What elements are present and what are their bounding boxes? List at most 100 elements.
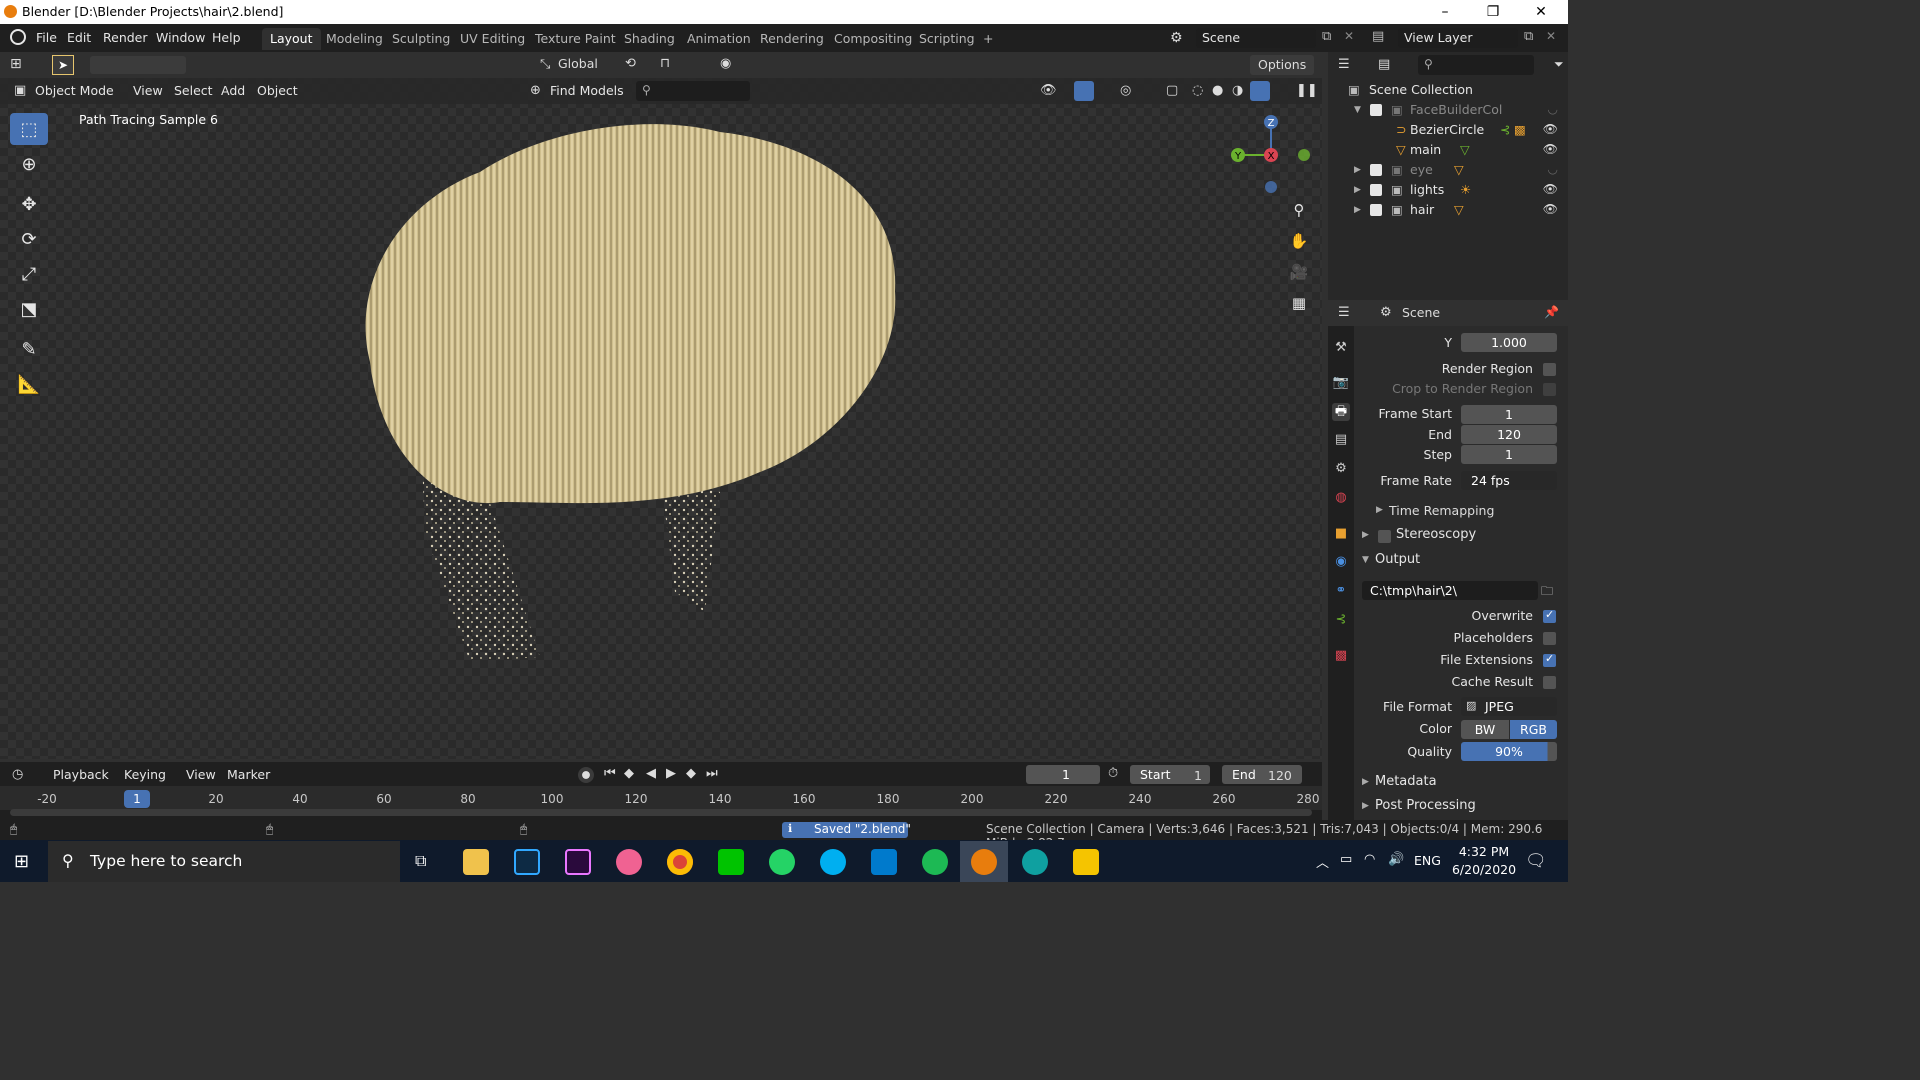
tool-tab-icon[interactable]: ⚒ (1332, 339, 1350, 357)
viewport-menu-object[interactable]: Object (257, 83, 298, 98)
outliner-row[interactable]: ▶ ▣ hair ▽ 👁 (1328, 200, 1568, 220)
close-button[interactable]: ✕ (1518, 0, 1564, 24)
data-tab-icon[interactable]: ⊰ (1332, 611, 1350, 629)
add-workspace-button[interactable]: + (975, 28, 1001, 50)
physics-tab-icon[interactable]: ◉ (1332, 553, 1350, 571)
placeholders-checkbox[interactable] (1543, 632, 1556, 645)
selection-mode-buttons[interactable] (90, 56, 186, 74)
solid-shading-icon[interactable]: ● (1212, 83, 1223, 98)
timeline-start-field[interactable]: 1 (1194, 768, 1202, 783)
tab-compositing[interactable]: Compositing (826, 28, 920, 50)
color-rgb-button[interactable]: RGB (1510, 720, 1557, 739)
post-processing-panel[interactable]: Post Processing (1375, 798, 1476, 813)
app-yellow-icon[interactable] (1073, 849, 1099, 875)
select-cursor-icon[interactable]: ➤ (52, 55, 74, 75)
output-path-field[interactable]: C:\tmp\hair\2\ (1362, 581, 1538, 600)
cache-result-checkbox[interactable] (1543, 676, 1556, 689)
new-scene-icon[interactable]: ⧉ (1322, 29, 1331, 44)
vscode-icon[interactable] (871, 849, 897, 875)
checkbox-icon[interactable] (1370, 104, 1382, 116)
render-region-checkbox[interactable] (1543, 363, 1556, 376)
constraints-tab-icon[interactable]: ⚭ (1332, 582, 1350, 600)
wireframe-shading-icon[interactable]: ◌ (1192, 83, 1203, 98)
task-view-icon[interactable]: ⧉ (415, 851, 426, 871)
itunes-icon[interactable] (616, 849, 642, 875)
material-shading-icon[interactable]: ◑ (1232, 83, 1243, 98)
viewport-menu-select[interactable]: Select (174, 83, 213, 98)
object-mode-dropdown[interactable]: Object Mode (35, 83, 114, 98)
jump-start-icon[interactable]: ⏮ (604, 766, 616, 781)
eye-icon[interactable]: 👁 (1543, 182, 1558, 196)
line-icon[interactable] (718, 849, 744, 875)
options-dropdown[interactable]: Options (1250, 55, 1315, 75)
blender-menu-icon[interactable] (10, 29, 26, 45)
pivot-icon[interactable]: ⟲ (625, 56, 636, 71)
timeline-menu-playback[interactable]: Playback (53, 767, 109, 782)
delete-view-layer-icon[interactable]: ✕ (1546, 29, 1556, 43)
blender-taskbar-icon[interactable] (971, 849, 997, 875)
timeline-end-field[interactable]: 120 (1268, 768, 1292, 783)
prev-keyframe-icon[interactable]: ◆ (624, 766, 634, 781)
viewport-search-input[interactable] (636, 81, 750, 101)
outliner-row[interactable]: ▶ ▣ eye ▽ ◡ (1328, 160, 1568, 180)
expand-arrow-icon[interactable]: ▶ (1362, 801, 1369, 811)
resolution-y-field[interactable]: 1.000 (1461, 333, 1557, 352)
scale-tool[interactable]: ⤢ (10, 258, 48, 290)
eye-icon[interactable]: 👁 (1543, 122, 1558, 136)
play-icon[interactable]: ▶ (666, 766, 676, 781)
timeline-menu-marker[interactable]: Marker (227, 767, 270, 782)
3d-viewport[interactable] (0, 52, 1322, 759)
outliner-row[interactable]: ⊃ BezierCircle ⊰ ▩ 👁 (1328, 120, 1568, 140)
tab-texture-paint[interactable]: Texture Paint (527, 28, 624, 50)
volume-icon[interactable]: 🔊 (1388, 852, 1404, 867)
tab-scripting[interactable]: Scripting (911, 28, 983, 50)
checkbox-icon[interactable] (1370, 164, 1382, 176)
spotify-icon[interactable] (922, 849, 948, 875)
object-mode-icon[interactable]: ▣ (14, 83, 26, 98)
skype-icon[interactable] (820, 849, 846, 875)
delete-scene-icon[interactable]: ✕ (1344, 29, 1354, 43)
stereoscopy-panel[interactable]: Stereoscopy (1396, 527, 1476, 542)
outliner-row[interactable]: ▼ ▣ FaceBuilderCol ◡ (1328, 100, 1568, 120)
timeline-menu-view[interactable]: View (186, 767, 216, 782)
tab-uv-editing[interactable]: UV Editing (452, 28, 533, 50)
transform-orientation-dropdown[interactable]: Global (558, 56, 598, 71)
proportional-edit-icon[interactable]: ◉ (720, 56, 731, 71)
whatsapp-icon[interactable] (769, 849, 795, 875)
frame-end-field[interactable]: 120 (1461, 425, 1557, 444)
properties-editor-icon[interactable]: ☰ (1338, 305, 1350, 320)
menu-file[interactable]: File (36, 30, 57, 45)
rendered-shading-icon[interactable] (1250, 81, 1270, 101)
view-layer-icon[interactable]: ▤ (1372, 29, 1384, 44)
find-models-dropdown[interactable]: Find Models (550, 83, 624, 98)
measure-tool[interactable]: 📐 (10, 368, 48, 400)
filter-icon[interactable]: ⏷ (1554, 57, 1564, 72)
expand-arrow-icon[interactable]: ▶ (1362, 530, 1369, 540)
maximize-button[interactable]: ❐ (1470, 0, 1516, 24)
gizmo-toggle-icon[interactable] (1074, 81, 1094, 101)
outliner-editor-icon[interactable]: ☰ (1338, 57, 1350, 72)
notifications-icon[interactable]: 🗨 (1525, 851, 1547, 871)
color-bw-button[interactable]: BW (1461, 720, 1509, 739)
pause-render-icon[interactable]: ❚❚ (1296, 83, 1318, 98)
tab-rendering[interactable]: Rendering (752, 28, 832, 50)
menu-help[interactable]: Help (212, 30, 241, 45)
expand-arrow-icon[interactable]: ▶ (1362, 777, 1369, 787)
frame-rate-dropdown[interactable]: 24 fps (1461, 471, 1557, 490)
output-tab-icon[interactable]: 🖶 (1332, 403, 1350, 421)
expand-arrow-icon[interactable]: ▶ (1376, 505, 1383, 515)
timeline-editor-icon[interactable]: ◷ (12, 767, 23, 782)
eye-icon[interactable]: 👁 (1543, 202, 1558, 216)
xray-icon[interactable]: ▢ (1166, 83, 1178, 98)
menu-edit[interactable]: Edit (67, 30, 91, 45)
frame-step-field[interactable]: 1 (1461, 445, 1557, 464)
eye-icon[interactable]: ◡ (1548, 102, 1558, 116)
frame-start-field[interactable]: 1 (1461, 405, 1557, 424)
view-layer-field[interactable]: View Layer (1398, 28, 1518, 48)
battery-icon[interactable]: ▭ (1340, 852, 1352, 867)
zoom-icon[interactable]: ⚲ (1288, 199, 1310, 221)
menu-render[interactable]: Render (103, 30, 148, 45)
premiere-icon[interactable] (565, 849, 591, 875)
transform-orientation-icon[interactable]: ⤡ (540, 57, 550, 72)
scene-tab-icon[interactable]: ⚙ (1332, 460, 1350, 478)
